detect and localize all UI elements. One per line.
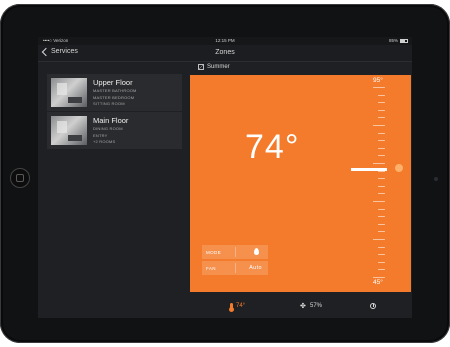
scale-min-label: 45° (373, 279, 383, 286)
zone-room-list: DINING ROOM ENTRY +2 ROOMS (93, 126, 123, 146)
zone-thumbnail (51, 78, 87, 107)
bottom-tab-bar: 74° ✤ 57% (190, 299, 411, 313)
scale-tick (378, 102, 385, 104)
scale-tick (378, 193, 385, 195)
room-label: +2 ROOMS (93, 139, 116, 144)
scale-max-label: 95° (373, 77, 383, 84)
navigation-bar: Services Zones (38, 45, 412, 62)
zone-name: Main Floor (93, 116, 129, 125)
scale-tick (378, 117, 385, 119)
divider (235, 247, 236, 257)
thermometer-icon (229, 302, 234, 312)
fan-control[interactable]: FAN Auto (202, 261, 268, 275)
zone-item-upper-floor[interactable]: Upper Floor MASTER BATHROOM MASTER BEDRO… (47, 74, 182, 111)
mode-label: MODE (206, 250, 222, 255)
scale-tick (378, 178, 385, 180)
scale-tick (373, 87, 385, 88)
tab-temperature-label: 74° (236, 303, 246, 309)
scale-tick (378, 254, 385, 256)
setpoint-temperature: 74° (245, 128, 300, 166)
scale-tick (378, 223, 385, 225)
home-button[interactable] (10, 168, 30, 188)
battery-icon (400, 39, 408, 43)
setpoint-drag-handle[interactable] (395, 164, 403, 172)
room-label: DINING ROOM (93, 126, 123, 131)
scale-tick (378, 132, 385, 134)
fan-value: Auto (249, 265, 262, 271)
tab-humidity[interactable]: ✤ 57% (300, 299, 322, 313)
scene-selector[interactable]: Summer (198, 64, 230, 70)
scale-tick (378, 147, 385, 149)
scale-tick (378, 185, 385, 187)
tab-humidity-label: 57% (310, 303, 323, 309)
scale-tick (378, 246, 385, 248)
fan-label: FAN (206, 266, 216, 271)
scale-tick (378, 231, 385, 233)
thermostat-panel: 95° 45° 74° MODE FAN Auto (190, 75, 411, 292)
scale-tick (378, 94, 385, 96)
temperature-scale[interactable] (371, 87, 391, 287)
scale-tick (373, 125, 385, 126)
setpoint-indicator (351, 168, 387, 171)
room-label: MASTER BATHROOM (93, 88, 137, 93)
scale-tick (378, 155, 385, 157)
scale-tick (373, 277, 385, 278)
camera-lens (434, 177, 438, 181)
humidity-icon: ✤ (300, 302, 306, 310)
battery-percent: 85% (388, 38, 398, 43)
tab-temperature[interactable]: 74° (229, 299, 246, 313)
scale-tick (373, 239, 385, 240)
status-bar: ••••○ Verizon 12:15 PM 85% (38, 37, 412, 45)
mode-control[interactable]: MODE (202, 245, 268, 259)
scale-tick (378, 269, 385, 271)
zone-thumbnail (51, 116, 87, 145)
scene-icon (198, 64, 204, 70)
divider (235, 263, 236, 273)
scale-tick (378, 261, 385, 263)
zone-list: Upper Floor MASTER BATHROOM MASTER BEDRO… (47, 74, 182, 150)
zone-item-main-floor[interactable]: Main Floor DINING ROOM ENTRY +2 ROOMS (47, 112, 182, 149)
zone-name: Upper Floor (93, 78, 133, 87)
tablet-frame: ••••○ Verizon 12:15 PM 85% Services Zone… (0, 4, 450, 343)
page-title: Zones (215, 49, 235, 56)
scale-tick (378, 140, 385, 142)
clock-icon (370, 303, 376, 309)
room-label: SITTING ROOM (93, 101, 125, 106)
scale-tick (373, 201, 385, 202)
flame-icon (254, 248, 259, 255)
scene-label: Summer (207, 64, 230, 70)
scale-tick (378, 208, 385, 210)
clock-label: 12:15 PM (215, 38, 235, 43)
tab-schedule[interactable] (370, 299, 376, 313)
scale-tick (378, 216, 385, 218)
screen: ••••○ Verizon 12:15 PM 85% Services Zone… (38, 37, 412, 318)
zone-room-list: MASTER BATHROOM MASTER BEDROOM SITTING R… (93, 88, 137, 108)
scale-tick (373, 163, 385, 164)
scale-tick (378, 109, 385, 111)
